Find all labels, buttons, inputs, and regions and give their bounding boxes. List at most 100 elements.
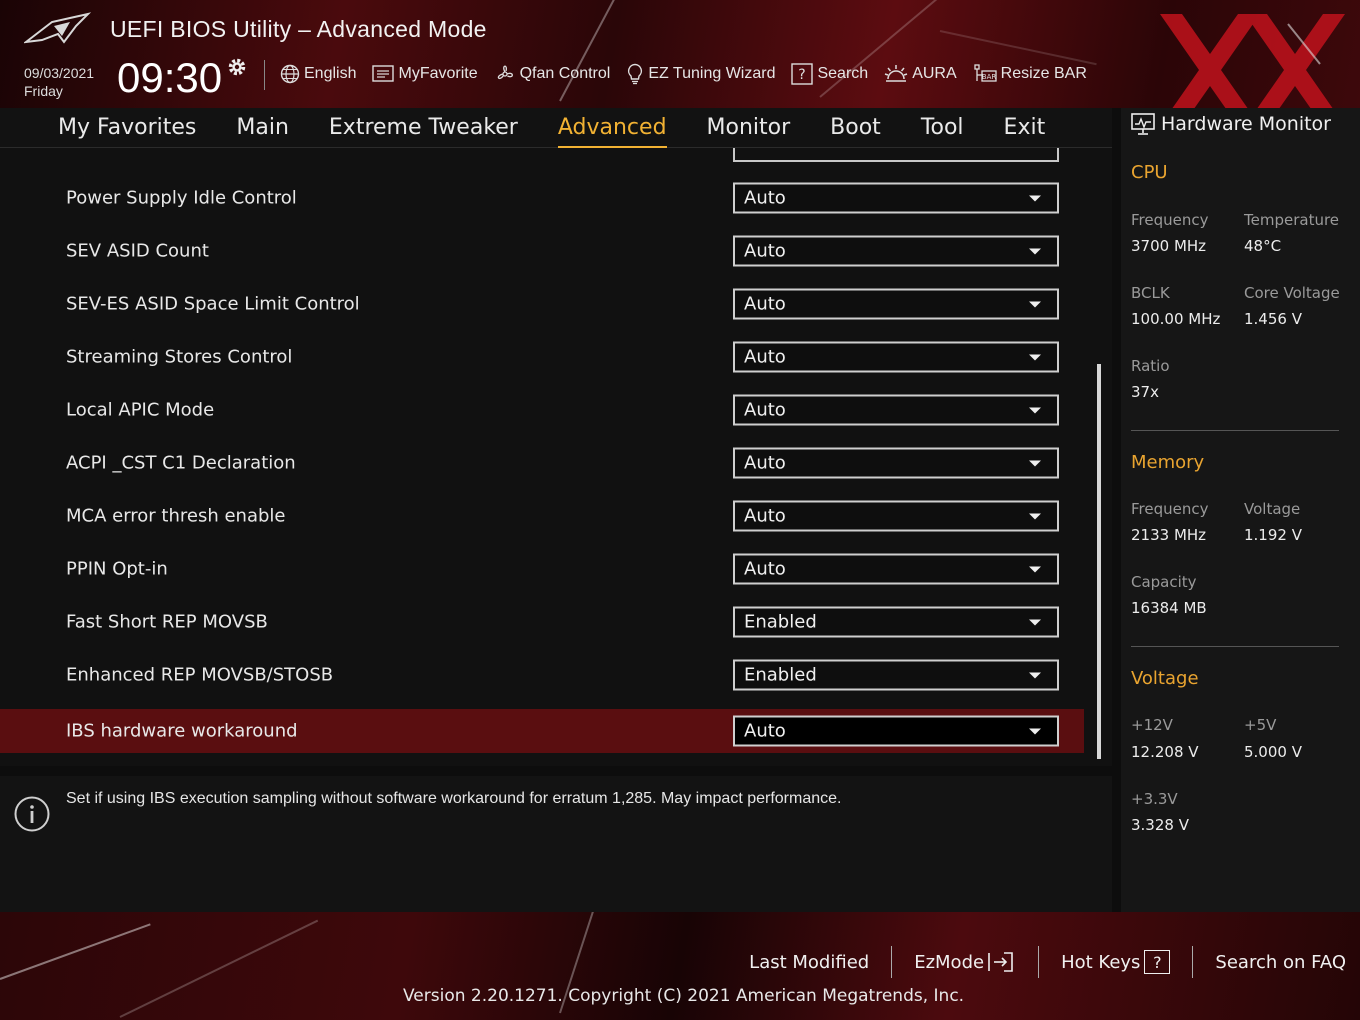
favorite-list-icon <box>372 65 395 82</box>
help-panel: Set if using IBS execution sampling with… <box>0 776 1112 912</box>
info-icon <box>14 796 50 832</box>
setting-row[interactable]: MCA error thresh enable Auto <box>0 494 1084 538</box>
search-button[interactable]: ? Search <box>791 62 868 86</box>
ezmode-button[interactable]: EzMode <box>914 950 1016 974</box>
myfavorite-button[interactable]: MyFavorite <box>372 62 478 86</box>
tab-my-favorites[interactable]: My Favorites <box>58 110 196 146</box>
capacity-value: 16384 MB <box>1131 599 1207 617</box>
tab-boot[interactable]: Boot <box>830 110 881 146</box>
bclk-label: BCLK <box>1131 284 1170 302</box>
resize-bar-button[interactable]: BAR Resize BAR <box>973 62 1087 86</box>
globe-icon <box>280 64 300 84</box>
question-key-icon: ? <box>1144 950 1171 974</box>
hw-divider <box>1131 430 1339 431</box>
hot-keys-button[interactable]: Hot Keys ? <box>1061 950 1171 974</box>
dropdown-value: Auto <box>744 720 786 742</box>
help-text: Set if using IBS execution sampling with… <box>66 790 842 807</box>
tab-main[interactable]: Main <box>236 110 289 146</box>
search-faq-button[interactable]: Search on FAQ <box>1215 952 1346 973</box>
memory-frequency-label: Frequency <box>1131 500 1209 518</box>
setting-dropdown[interactable]: Auto <box>733 394 1059 426</box>
dropdown-value: Auto <box>744 558 786 580</box>
footer-links: Last Modified EzMode Hot Keys ? Search o… <box>749 946 1346 978</box>
clock: 09:30 <box>117 54 223 101</box>
setting-dropdown[interactable]: Auto <box>733 235 1059 267</box>
aura-button[interactable]: AURA <box>884 62 957 86</box>
footer-separator <box>891 946 893 978</box>
footer-separator <box>1038 946 1040 978</box>
tab-extreme-tweaker[interactable]: Extreme Tweaker <box>329 110 518 146</box>
language-button[interactable]: English <box>280 62 356 86</box>
caret-down-icon <box>1029 195 1041 201</box>
setting-dropdown[interactable]: Auto <box>733 288 1059 320</box>
caret-down-icon <box>1029 566 1041 572</box>
caret-down-icon <box>1029 619 1041 625</box>
setting-row[interactable]: Power Supply Idle Control Auto <box>0 176 1084 220</box>
setting-dropdown[interactable]: Auto <box>733 715 1059 747</box>
setting-label: PPIN Opt-in <box>66 558 168 580</box>
footer-bar: Last Modified EzMode Hot Keys ? Search o… <box>0 912 1360 1020</box>
svg-text:BAR: BAR <box>981 73 996 81</box>
setting-label: SEV-ES ASID Space Limit Control <box>66 293 360 315</box>
partial-dropdown[interactable] <box>733 148 1059 162</box>
core-voltage-value: 1.456 V <box>1244 310 1302 328</box>
setting-row[interactable]: Enhanced REP MOVSB/STOSB Enabled <box>0 653 1084 697</box>
memory-voltage-label: Voltage <box>1244 500 1301 518</box>
hw-monitor-title: Hardware Monitor <box>1131 112 1331 136</box>
setting-row-selected[interactable]: IBS hardware workaround Auto <box>0 709 1084 753</box>
setting-label: MCA error thresh enable <box>66 505 286 527</box>
dropdown-value: Enabled <box>744 664 817 686</box>
qfan-control-button[interactable]: Qfan Control <box>494 62 610 86</box>
setting-dropdown[interactable]: Auto <box>733 500 1059 532</box>
myfavorite-label: MyFavorite <box>398 65 478 82</box>
caret-down-icon <box>1029 301 1041 307</box>
cpu-temperature-value: 48°C <box>1244 237 1282 255</box>
cpu-temperature-label: Temperature <box>1244 211 1340 229</box>
ez-tuning-wizard-button[interactable]: EZ Tuning Wizard <box>626 62 775 86</box>
hardware-monitor: Hardware Monitor CPU Frequency Temperatu… <box>1121 108 1360 912</box>
setting-row[interactable]: Fast Short REP MOVSB Enabled <box>0 600 1084 644</box>
memory-frequency-value: 2133 MHz <box>1131 526 1207 544</box>
setting-row[interactable]: ACPI _CST C1 Declaration Auto <box>0 441 1084 485</box>
tab-exit[interactable]: Exit <box>1004 110 1046 146</box>
tab-tool[interactable]: Tool <box>921 110 964 146</box>
caret-down-icon <box>1029 672 1041 678</box>
setting-row[interactable]: Local APIC Mode Auto <box>0 388 1084 432</box>
setting-dropdown[interactable]: Enabled <box>733 606 1059 638</box>
header-separator <box>264 60 265 90</box>
setting-label: Local APIC Mode <box>66 399 215 421</box>
setting-row[interactable]: PPIN Opt-in Auto <box>0 547 1084 591</box>
setting-row[interactable]: Streaming Stores Control Auto <box>0 335 1084 379</box>
ratio-value: 37x <box>1131 383 1159 401</box>
setting-dropdown[interactable]: Auto <box>733 447 1059 479</box>
ezmode-label: EzMode <box>914 951 985 973</box>
setting-row[interactable]: SEV ASID Count Auto <box>0 229 1084 273</box>
tab-monitor[interactable]: Monitor <box>707 110 791 146</box>
setting-label: ACPI _CST C1 Declaration <box>66 452 296 474</box>
scrollbar[interactable] <box>1097 364 1101 759</box>
setting-dropdown[interactable]: Auto <box>733 341 1059 373</box>
dropdown-value: Enabled <box>744 611 817 633</box>
language-label: English <box>304 65 357 82</box>
v12-value: 12.208 V <box>1131 743 1199 761</box>
setting-dropdown[interactable]: Auto <box>733 182 1059 214</box>
caret-down-icon <box>1029 460 1041 466</box>
footer-separator <box>1192 946 1194 978</box>
setting-label: Power Supply Idle Control <box>66 187 297 209</box>
date-display: 09/03/2021 Friday <box>24 64 94 100</box>
core-voltage-label: Core Voltage <box>1244 284 1340 302</box>
hot-keys-label: Hot Keys <box>1061 951 1141 973</box>
lightbulb-icon <box>628 63 643 85</box>
tab-advanced[interactable]: Advanced <box>557 110 667 148</box>
v12-label: +12V <box>1131 716 1173 734</box>
dropdown-value: Auto <box>744 293 786 315</box>
setting-label: SEV ASID Count <box>66 240 209 262</box>
last-modified-button[interactable]: Last Modified <box>749 952 869 973</box>
gear-icon[interactable] <box>226 56 248 78</box>
cpu-heading: CPU <box>1131 162 1168 183</box>
setting-row[interactable]: SEV-ES ASID Space Limit Control Auto <box>0 282 1084 326</box>
caret-down-icon <box>1029 248 1041 254</box>
setting-dropdown[interactable]: Auto <box>733 553 1059 585</box>
v5-value: 5.000 V <box>1244 743 1302 761</box>
setting-dropdown[interactable]: Enabled <box>733 659 1059 691</box>
